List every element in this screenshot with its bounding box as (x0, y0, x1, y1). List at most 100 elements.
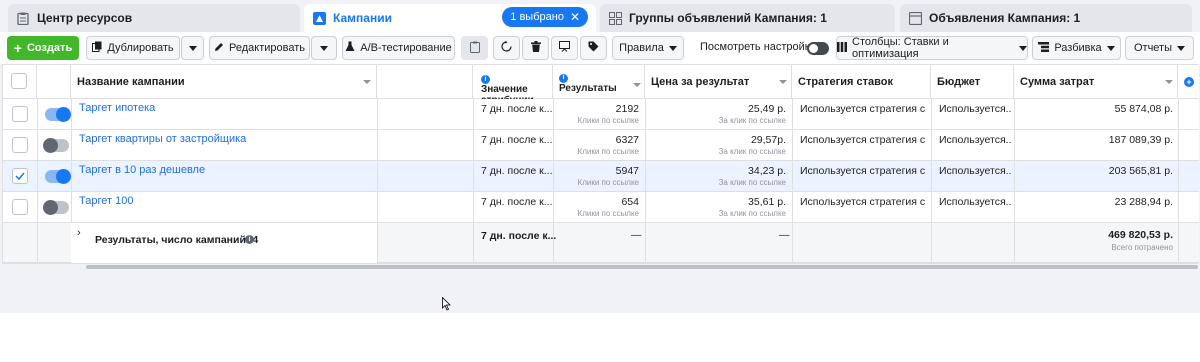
rules-button[interactable]: Правила (612, 36, 684, 60)
close-icon[interactable]: ✕ (570, 11, 580, 23)
amount-spent-value: 55 874,08 р. (1114, 103, 1173, 115)
row-checkbox[interactable] (12, 106, 28, 122)
divider (377, 192, 378, 222)
tab-ads[interactable]: Объявления Кампания: 1 (900, 4, 1192, 32)
delete-button[interactable] (522, 36, 549, 60)
chevron-down-icon (1019, 45, 1027, 51)
table-row[interactable]: Таргет ипотека 7 дн. после к... 2192 Клики … (3, 99, 1199, 130)
campaign-toggle[interactable] (43, 200, 69, 215)
add-column-button[interactable]: + (1178, 65, 1199, 99)
info-icon[interactable]: i (481, 75, 490, 84)
divider (931, 99, 932, 129)
campaign-name-link[interactable]: Таргет квартиры от застройщика (79, 133, 246, 145)
clipboard-button[interactable] (461, 36, 488, 60)
clipboard-icon (469, 41, 480, 56)
results-subtitle: Клики по ссылке (577, 147, 639, 156)
header-select-cell (3, 65, 37, 99)
chevron-down-icon (1106, 45, 1115, 51)
preview-button[interactable] (551, 36, 578, 60)
header-spacer (377, 65, 473, 99)
info-icon[interactable]: i (245, 235, 254, 244)
tab-bar: Центр ресурсов Кампании 1 выбрано ✕ Груп… (0, 0, 1200, 32)
divider (377, 161, 378, 191)
tag-icon (588, 41, 599, 55)
attribution-value: 7 дн. после к... (481, 103, 553, 115)
table-row[interactable]: Таргет 100 7 дн. после к... 654 Клики по сс… (3, 192, 1199, 223)
duplicate-dropdown[interactable] (181, 36, 204, 60)
row-checkbox[interactable] (12, 137, 28, 153)
chevron-down-icon (1177, 45, 1186, 51)
refresh-button[interactable] (493, 36, 520, 60)
breakdown-label: Разбивка (1054, 42, 1102, 54)
sort-icon (1165, 80, 1173, 84)
column-header-attribution[interactable]: i Значение атрибуции (473, 65, 553, 106)
toggle-knob (56, 107, 71, 122)
divider (473, 161, 474, 191)
columns-button[interactable]: Столбцы: Ставки и оптимизация (836, 36, 1028, 60)
breakdown-button[interactable]: Разбивка (1032, 36, 1121, 60)
divider (71, 130, 72, 160)
view-settings-toggle[interactable] (807, 42, 829, 55)
results-subtitle: Клики по ссылке (577, 178, 639, 187)
divider (931, 223, 932, 262)
column-header-budget[interactable]: Бюджет (931, 65, 1014, 99)
mouse-cursor-icon (442, 296, 451, 314)
divider (792, 130, 793, 160)
reports-label: Отчеты (1133, 42, 1173, 54)
table-row[interactable]: Таргет в 10 раз дешевле 7 дн. после к... 5… (3, 161, 1199, 192)
column-header-name[interactable]: Название кампании (71, 65, 377, 99)
ad-sets-icon (608, 11, 622, 25)
chevron-down-icon (188, 45, 197, 51)
edit-dropdown[interactable] (311, 36, 337, 60)
table-row[interactable]: Таргет квартиры от застройщика 7 дн. посл… (3, 130, 1199, 161)
column-header-results[interactable]: i Результаты (553, 65, 645, 99)
breakdown-icon (1038, 41, 1050, 55)
campaign-toggle[interactable] (43, 138, 69, 153)
column-results-label: Результаты (559, 83, 617, 94)
cost-per-result-subtitle: За клик по ссылке (718, 209, 786, 218)
divider (37, 192, 38, 222)
chevron-right-icon[interactable]: › (77, 227, 81, 239)
campaign-name-link[interactable]: Таргет ипотека (79, 102, 155, 114)
divider (1178, 99, 1179, 129)
ab-test-button[interactable]: A/B-тестирование (342, 36, 455, 60)
attribution-value: 7 дн. после к... (481, 196, 553, 208)
horizontal-scrollbar[interactable] (86, 265, 1198, 269)
summary-spent: 469 820,53 р. (1108, 229, 1173, 241)
select-all-checkbox[interactable] (11, 73, 27, 89)
row-checkbox[interactable] (12, 168, 28, 184)
pencil-icon (214, 42, 224, 55)
divider (71, 192, 72, 222)
campaign-toggle[interactable] (45, 169, 71, 184)
toggle-knob (43, 200, 58, 215)
column-header-bid-strategy[interactable]: Стратегия ставок (792, 65, 931, 99)
amount-spent-value: 203 565,81 р. (1108, 165, 1173, 177)
cost-per-result-value: 34,23 р. (748, 165, 786, 177)
tab-ad-sets[interactable]: Группы объявлений Кампания: 1 (600, 4, 895, 32)
column-header-cost-per-result[interactable]: Цена за результат (645, 65, 792, 99)
campaign-name-link[interactable]: Таргет 100 (79, 195, 133, 207)
tab-campaigns[interactable]: Кампании 1 выбрано ✕ (304, 4, 596, 32)
campaign-toggle[interactable] (45, 107, 71, 122)
duplicate-button[interactable]: Дублировать (86, 36, 180, 60)
chevron-down-icon (320, 45, 328, 51)
divider (1178, 130, 1179, 160)
info-icon[interactable]: i (559, 73, 568, 83)
edit-button[interactable]: Редактировать (209, 36, 310, 60)
summary-cpr: — (779, 229, 790, 241)
column-cpr-label: Цена за результат (651, 76, 750, 88)
tab-resource-center[interactable]: Центр ресурсов (8, 4, 300, 32)
campaign-name-link[interactable]: Таргет в 10 раз дешевле (79, 164, 205, 176)
create-button[interactable]: + Создать (7, 36, 79, 60)
checkmark-icon (15, 172, 25, 181)
row-checkbox[interactable] (12, 199, 28, 215)
sort-icon (363, 80, 371, 84)
divider (1178, 161, 1179, 191)
divider (377, 99, 378, 129)
selected-badge[interactable]: 1 выбрано ✕ (502, 7, 588, 27)
toggle-knob (43, 138, 58, 153)
reports-button[interactable]: Отчеты (1125, 36, 1194, 60)
column-header-amount-spent[interactable]: Сумма затрат (1014, 65, 1178, 99)
tag-button[interactable] (580, 36, 607, 60)
results-value: 5947 (615, 165, 639, 177)
